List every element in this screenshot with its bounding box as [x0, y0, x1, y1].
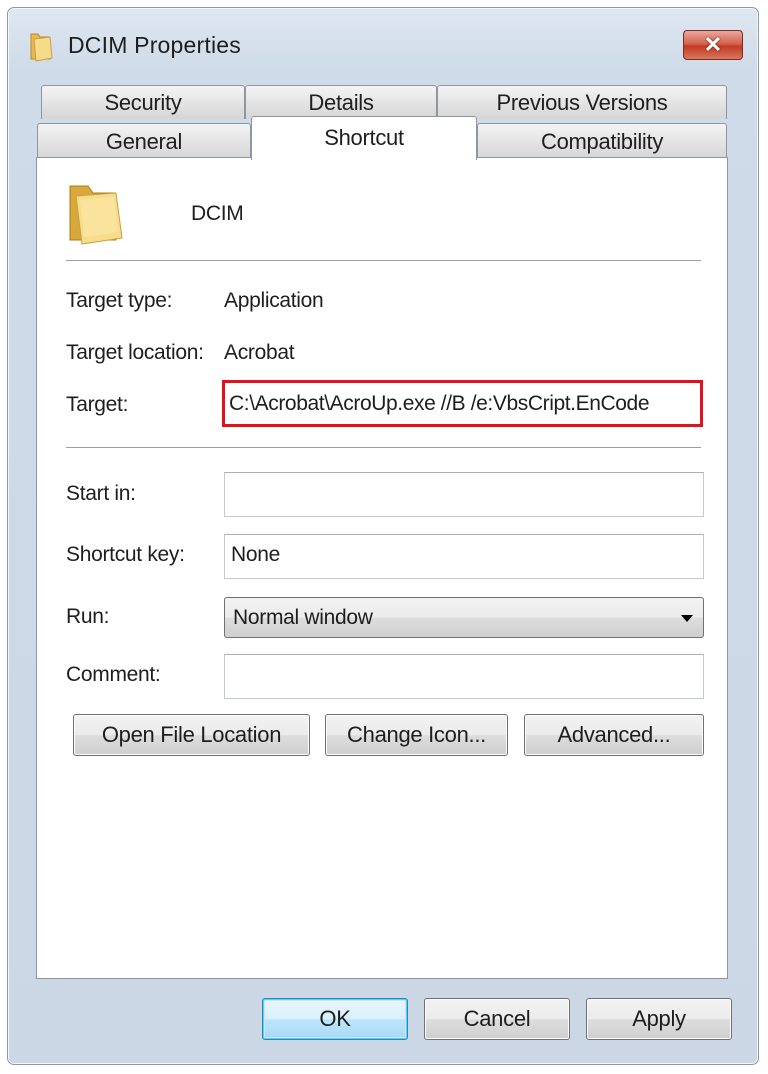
tab-general[interactable]: General — [37, 123, 251, 159]
cancel-button[interactable]: Cancel — [424, 998, 570, 1040]
target-type-label: Target type: — [66, 289, 173, 312]
target-field-value: C:\Acrobat\AcroUp.exe //B /e:VbsCript.En… — [229, 392, 650, 415]
tab-shortcut[interactable]: Shortcut — [251, 116, 477, 160]
change-icon-button[interactable]: Change Icon... — [325, 714, 508, 756]
shortcut-name: DCIM — [191, 202, 244, 225]
target-location-label: Target location: — [66, 341, 204, 364]
tab-previous-versions[interactable]: Previous Versions — [437, 85, 727, 119]
close-button[interactable]: ✕ — [683, 30, 743, 60]
run-label: Run: — [66, 605, 110, 628]
ok-button[interactable]: OK — [262, 998, 408, 1040]
folder-icon — [28, 30, 54, 67]
divider — [66, 447, 701, 449]
run-dropdown-value: Normal window — [233, 606, 373, 629]
shortcut-key-field[interactable]: None — [224, 534, 704, 579]
folder-icon — [66, 180, 128, 251]
tab-details[interactable]: Details — [245, 85, 437, 119]
advanced-button[interactable]: Advanced... — [524, 714, 704, 756]
target-label: Target: — [66, 393, 129, 416]
close-icon: ✕ — [703, 32, 723, 57]
tab-compatibility[interactable]: Compatibility — [477, 123, 727, 159]
chevron-down-icon — [681, 615, 693, 622]
tab-security[interactable]: Security — [41, 85, 245, 119]
apply-button[interactable]: Apply — [586, 998, 732, 1040]
target-location-value: Acrobat — [224, 341, 295, 364]
start-in-field[interactable] — [224, 472, 704, 517]
run-dropdown[interactable]: Normal window — [224, 597, 704, 638]
comment-field[interactable] — [224, 654, 704, 699]
target-type-value: Application — [224, 289, 324, 312]
start-in-label: Start in: — [66, 482, 136, 505]
title-bar[interactable]: DCIM Properties ✕ — [8, 8, 758, 78]
divider — [66, 260, 701, 262]
shortcut-key-label: Shortcut key: — [66, 543, 185, 566]
window-title: DCIM Properties — [68, 32, 241, 58]
comment-label: Comment: — [66, 663, 161, 686]
open-file-location-button[interactable]: Open File Location — [73, 714, 310, 756]
